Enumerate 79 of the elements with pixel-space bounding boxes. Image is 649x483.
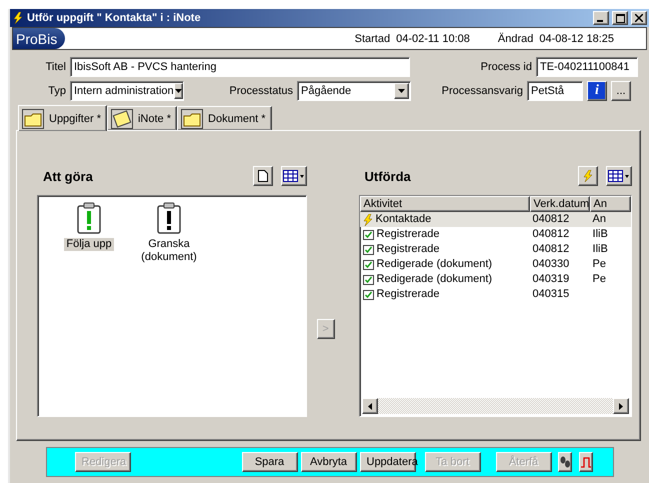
view-grid-icon [282, 170, 305, 182]
footprints-button[interactable] [558, 452, 572, 472]
caret-icon [398, 89, 405, 93]
section-heading: Utförda [364, 168, 412, 184]
right-arrow-icon [619, 402, 623, 410]
checked-clipboard-icon [362, 229, 374, 240]
lightning-button[interactable] [578, 166, 598, 186]
checked-clipboard-icon [362, 244, 374, 255]
started-date: 04-02-11 10:08 [396, 32, 470, 44]
table-cell-text: 040330 [532, 257, 570, 272]
table-cell: Registrerade [360, 242, 530, 257]
checked-clipboard-icon [362, 274, 374, 285]
changed-date: 04-08-12 18:25 [539, 32, 614, 44]
action-button[interactable]: Spara [242, 452, 298, 472]
close-button[interactable] [631, 11, 647, 25]
caret-icon [174, 89, 182, 93]
table-cell: Registrerade [360, 227, 530, 242]
checked-clipboard-icon [362, 289, 374, 300]
table-cell: Kontaktade [360, 212, 530, 227]
clipboard-exclamation-icon [155, 202, 183, 234]
field-label: Processtatus [228, 85, 293, 97]
lightning-icon [362, 214, 373, 226]
table-cell: Redigerade (dokument) [360, 257, 530, 272]
horizontal-scrollbar[interactable] [362, 398, 629, 414]
title-field[interactable]: IbisSoft AB - PVCS hantering [70, 57, 410, 77]
clipboard-exclamation-icon [75, 202, 103, 234]
field-label: Titel [44, 61, 66, 73]
maximize-icon [616, 14, 624, 22]
browse-button[interactable]: ... [611, 81, 631, 101]
tab[interactable]: Uppgifter * [18, 105, 107, 131]
checked-clipboard-icon [362, 259, 374, 270]
action-button[interactable]: Avbryta [300, 452, 356, 472]
info-button[interactable]: i [587, 81, 607, 101]
folder-icon [181, 108, 204, 128]
owner-field[interactable]: PetStå [527, 81, 583, 101]
table-cell: An [590, 212, 631, 227]
type-dropdown[interactable]: Intern administration [70, 81, 184, 101]
started-label: Startad [354, 32, 390, 44]
view-button[interactable] [280, 166, 307, 186]
status-dropdown[interactable]: Pågående [297, 81, 411, 101]
window-title: Utför uppgift " Kontakta" i : iNote [27, 12, 202, 24]
view-button[interactable] [606, 166, 632, 186]
table-cell-text: IliB [592, 227, 609, 242]
table-cell-text: 040315 [532, 287, 570, 302]
tab[interactable]: iNote * [106, 106, 178, 130]
maximize-button[interactable] [612, 11, 628, 25]
note-icon [110, 108, 133, 128]
field-label: Processansvarig [440, 85, 523, 97]
brand-logo: ProBis [13, 28, 66, 49]
column-header[interactable]: Verk.datum [530, 196, 590, 212]
exit-button[interactable] [578, 452, 592, 472]
task-item[interactable]: Följa upp [64, 238, 114, 251]
folder-icon [22, 108, 44, 128]
table-cell-text: Pe [592, 257, 607, 272]
table-cell: Redigerade (dokument) [360, 272, 530, 287]
column-header[interactable]: Aktivitet [360, 196, 530, 212]
column-header[interactable]: An [590, 196, 631, 212]
table-cell-text: 040812 [532, 227, 570, 242]
document-icon [258, 170, 268, 182]
table-cell: 040812 [530, 212, 590, 227]
section-heading: Att göra [42, 168, 94, 184]
task-item[interactable]: Granska (dokument) [136, 238, 202, 264]
field-label: Process id [480, 61, 532, 73]
close-icon [635, 14, 643, 22]
table-cell: Registrerade [360, 287, 530, 302]
tab[interactable]: Dokument * [177, 106, 272, 130]
table-cell-text: IliB [592, 242, 609, 257]
field-label: Typ [47, 85, 66, 97]
new-document-button[interactable] [252, 166, 273, 186]
left-arrow-icon [368, 402, 372, 410]
minimize-button[interactable] [593, 11, 609, 25]
table-cell-text: 040812 [532, 242, 570, 257]
lightning-icon [583, 170, 593, 182]
changed-label: Ändrad [498, 32, 534, 44]
lightning-icon [12, 12, 24, 24]
view-grid-icon [608, 170, 630, 182]
table-cell-text: 040319 [532, 272, 570, 287]
table-cell-text: Pe [592, 272, 607, 287]
process-id-field[interactable]: TE-040211100841 [536, 57, 638, 77]
